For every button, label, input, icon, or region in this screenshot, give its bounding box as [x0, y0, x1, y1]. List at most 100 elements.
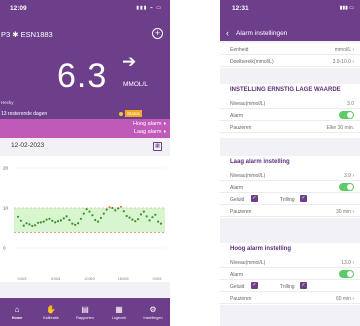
urgent-pause-row: Pauzeren Elke 30 min.: [220, 121, 360, 133]
tab-rapporten[interactable]: ▤ Rapporten: [68, 298, 102, 326]
glucose-reading-point: [19, 219, 22, 222]
tab-instellingen[interactable]: ⚙ Instellingen: [136, 298, 170, 326]
glucose-reading-point: [54, 221, 57, 224]
glucose-reading-point: [117, 207, 120, 210]
status-badge-label: Status: [125, 110, 142, 117]
low-vibrate-label: Trilling: [280, 196, 295, 203]
high-alarm-toggle[interactable]: [339, 270, 354, 278]
glucose-reading-point: [36, 221, 40, 224]
glucose-reading-point: [34, 224, 37, 227]
urgent-low-card: INSTELLING ERNSTIG LAGE WAARDE Niveau(mm…: [220, 84, 360, 138]
glucose-reading-point: [119, 205, 123, 208]
glucose-reading-point: [79, 217, 83, 220]
glucose-unit: MMOL/L: [123, 81, 148, 88]
alarm-settings-screen: 12:31 ▮▮▮ ▭ ‹ Alarm instellingen Eenheid…: [220, 0, 360, 326]
bell-icon: ♦: [163, 121, 166, 127]
glucose-chart-svg: 0 10 20 0:00/3 6:00/3 12:00/3 18:00/3 0:00/3: [3, 166, 165, 281]
nav-header: 12:31 ▮▮▮ ▭ ‹ Alarm instellingen: [220, 0, 360, 41]
tab-label: Home: [11, 315, 23, 320]
bell-icon: ♦: [163, 129, 166, 135]
glucose-reading-point: [151, 216, 154, 219]
unit-value: mmol/L ›: [334, 46, 354, 53]
urgent-alarm-toggle[interactable]: [339, 111, 354, 119]
tab-home[interactable]: ⌂ Home: [0, 298, 34, 326]
urgent-alarm-label: Alarm: [230, 112, 244, 119]
high-alarm-indicator[interactable]: Hoog alarm ♦: [133, 121, 166, 127]
low-level-row[interactable]: Niveau(mmol/L) 3.9 ›: [220, 169, 360, 181]
low-level-label: Niveau(mmol/L): [230, 172, 266, 179]
glucose-reading-point: [114, 209, 117, 212]
glucose-reading-point: [157, 220, 160, 223]
low-pause-value: 30 min ›: [335, 208, 354, 215]
calendar-icon[interactable]: ▦: [153, 142, 162, 151]
glucose-reading-point: [65, 215, 68, 218]
glucose-value: 6.3: [57, 57, 108, 95]
alarm-bar: Hoog alarm ♦ Laag alarm ♦: [0, 119, 170, 138]
glucose-reading-point: [45, 218, 48, 221]
high-alarm-label: Alarm: [230, 271, 244, 278]
glucose-reading-point: [128, 216, 131, 219]
low-pause-row[interactable]: Pauzeren 30 min ›: [220, 205, 360, 217]
high-pause-row[interactable]: Pauzeren 60 min ›: [220, 292, 360, 304]
status-time: 12:31: [232, 5, 249, 12]
glucose-reading-point: [22, 224, 25, 227]
glucose-reading-point: [96, 220, 100, 223]
low-alarm-heading: Laag alarm instelling: [230, 159, 290, 165]
x-tick-label: 6:00/3: [51, 277, 60, 281]
tab-kalibratie[interactable]: ✋ Kalibratie: [34, 298, 68, 326]
tab-logboek[interactable]: ▦ Logboek: [102, 298, 136, 326]
low-alarm-indicator[interactable]: Laag alarm ♦: [134, 129, 166, 135]
target-range-value: 3.9-10.0 ›: [332, 58, 354, 65]
low-sound-label: Geluid: [230, 196, 245, 203]
home-icon: ⌂: [14, 304, 20, 314]
urgent-pause-value: Elke 30 min.: [326, 124, 354, 131]
glucose-reading-point: [122, 210, 125, 213]
glucose-chart: 0 10 20 0:00/3 6:00/3 12:00/3 18:00/3 0:00/3: [0, 156, 170, 282]
high-pause-value: 60 min ›: [335, 295, 354, 302]
hand-icon: ✋: [46, 304, 56, 314]
glucose-reading-point: [148, 219, 151, 222]
urgent-alarm-row: Alarm: [220, 109, 360, 121]
low-vibrate-checkbox[interactable]: ✓: [300, 195, 307, 202]
page-title: Alarm instellingen: [236, 30, 288, 37]
glucose-reading-point: [39, 221, 42, 224]
x-tick-label: 0:00/3: [153, 277, 162, 281]
tab-bar: ⌂ Home ✋ Kalibratie ▤ Rapporten ▦ Logboe…: [0, 298, 170, 326]
urgent-low-heading: INSTELLING ERNSTIG LAGE WAARDE: [230, 87, 341, 93]
target-range-row[interactable]: Doelbereik(mmol/L) 3.9-10.0 ›: [220, 55, 360, 67]
tab-label: Rapporten: [76, 315, 94, 320]
low-level-value: 3.9 ›: [343, 172, 354, 179]
tab-label: Kalibratie: [43, 315, 59, 320]
low-alarm-row: Alarm: [220, 181, 360, 193]
x-tick-label: 18:00/3: [118, 277, 129, 281]
trend-arrow-icon: ➔: [122, 52, 137, 71]
back-icon[interactable]: ‹: [226, 29, 229, 38]
low-sound-vibrate-row: Geluid ✓ Trilling ✓: [220, 193, 360, 205]
low-sound-checkbox[interactable]: ✓: [251, 195, 258, 202]
glucose-reading-point: [25, 222, 28, 225]
glucose-reading-point: [42, 220, 45, 223]
glucose-reading-point: [91, 214, 94, 217]
unit-label: Eenheid: [230, 46, 249, 53]
high-alarm-card: Hoog alarm instelling Niveau(mmol/L) 13.…: [220, 243, 360, 305]
add-icon[interactable]: +: [152, 28, 163, 39]
high-level-row[interactable]: Niveau(mmol/L) 13.0 ›: [220, 256, 360, 268]
high-sound-checkbox[interactable]: ✓: [251, 282, 258, 289]
glucose-reading-point: [62, 217, 65, 220]
glucose-reading-point: [71, 222, 74, 225]
unit-row[interactable]: Eenheid mmol/L ›: [220, 43, 360, 55]
glucose-reading-point: [111, 206, 114, 210]
device-name[interactable]: P3 ✱ ESN1883: [1, 30, 53, 39]
status-badge[interactable]: Status: [119, 110, 142, 117]
high-sound-label: Geluid: [230, 283, 245, 290]
glucose-reading-point: [48, 217, 51, 220]
high-vibrate-checkbox[interactable]: ✓: [300, 282, 307, 289]
report-icon: ▤: [81, 304, 89, 314]
chart-date[interactable]: 12-02-2023: [11, 142, 44, 149]
glucose-reading-point: [125, 214, 128, 218]
y-tick-label: 20: [3, 166, 9, 171]
period-label: Hecky: [1, 100, 14, 105]
glucose-reading-point: [88, 210, 91, 213]
x-tick-label: 12:00/3: [84, 277, 95, 281]
low-alarm-toggle[interactable]: [339, 183, 354, 191]
